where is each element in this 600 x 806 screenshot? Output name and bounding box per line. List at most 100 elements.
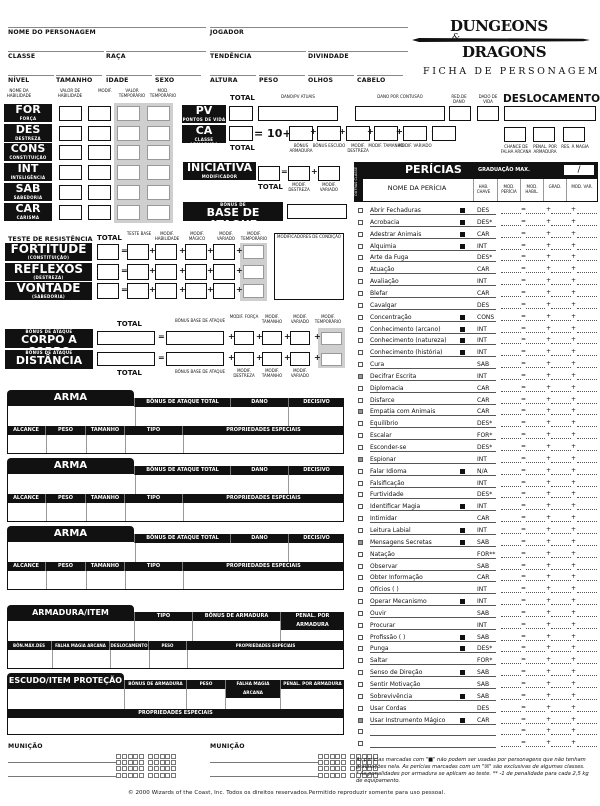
- skill-value-field-1[interactable]: [526, 359, 545, 369]
- skill-value-field-0[interactable]: [501, 312, 521, 321]
- skill-value-field-2[interactable]: [551, 371, 571, 380]
- ammo-checkbox[interactable]: [171, 760, 177, 766]
- ammo-checkbox[interactable]: [153, 766, 159, 772]
- class-skill-checkbox[interactable]: [358, 705, 363, 711]
- skill-value-field-1[interactable]: [526, 596, 545, 606]
- ammo-checkbox[interactable]: [165, 772, 171, 778]
- skill-value-field-1[interactable]: [526, 264, 545, 274]
- ammo-checkbox[interactable]: [116, 754, 121, 759]
- weapon-field-1[interactable]: [46, 435, 85, 453]
- skill-value-field-1[interactable]: [526, 229, 545, 238]
- ammo-checkbox[interactable]: [329, 760, 335, 766]
- skill-value-field-2[interactable]: [551, 300, 571, 309]
- skill-value-field-3[interactable]: [577, 347, 597, 357]
- skill-row[interactable]: Cura SAB = + +: [358, 359, 598, 371]
- skill-value-field-3[interactable]: [577, 513, 597, 523]
- skill-value-field-3[interactable]: [577, 300, 597, 309]
- ammo-checkbox[interactable]: [350, 772, 355, 778]
- skill-row[interactable]: Adestrar Animais CAR = + +: [358, 229, 598, 241]
- weapon-field-0[interactable]: [8, 503, 45, 521]
- ammo-checkbox[interactable]: [121, 754, 127, 759]
- skill-row[interactable]: Natação FOR** = + +: [358, 549, 598, 561]
- skill-value-field-1[interactable]: [526, 347, 545, 357]
- class-skill-checkbox[interactable]: [358, 279, 363, 285]
- skill-row[interactable]: Espionar INT = + +: [358, 454, 598, 466]
- ammo-checkbox[interactable]: [350, 760, 355, 766]
- temp-mod-int[interactable]: [147, 165, 170, 181]
- skill-value-field-0[interactable]: [501, 596, 521, 606]
- ammo-checkbox[interactable]: [159, 772, 165, 778]
- skill-value-field-0[interactable]: [501, 715, 521, 724]
- save-field-3[interactable]: [185, 283, 207, 299]
- ammo-checkbox[interactable]: [127, 766, 133, 772]
- skill-value-field-2[interactable]: [551, 478, 571, 487]
- skill-value-field-3[interactable]: [577, 288, 597, 297]
- skill-value-field-3[interactable]: [577, 691, 597, 700]
- ability-score-des[interactable]: [59, 125, 82, 141]
- spell-resistance-field[interactable]: [563, 127, 585, 142]
- skill-value-field-2[interactable]: [551, 679, 571, 688]
- skill-value-field-0[interactable]: [501, 655, 521, 665]
- skill-row[interactable]: Conhecimento (natureza) INT = + +: [358, 335, 598, 347]
- skill-value-field-0[interactable]: [501, 454, 521, 463]
- skill-value-field-1[interactable]: [526, 454, 545, 463]
- skill-row[interactable]: Usar Instrumento Mágico CAR = + +: [358, 715, 598, 727]
- ammo-checkbox[interactable]: [341, 760, 347, 766]
- weapon-name-field[interactable]: [8, 475, 134, 494]
- skill-value-field-0[interactable]: [501, 430, 521, 440]
- skill-value-field-1[interactable]: [526, 620, 545, 629]
- skill-value-field-2[interactable]: [551, 406, 571, 416]
- ammo-checkbox[interactable]: [159, 754, 165, 759]
- skill-value-field-1[interactable]: [526, 715, 545, 724]
- weapon-field-3[interactable]: [125, 571, 182, 589]
- skill-value-field-2[interactable]: [551, 632, 571, 641]
- skill-row[interactable]: Disfarce CAR = + +: [358, 395, 598, 407]
- skill-value-field-0[interactable]: [501, 205, 521, 214]
- weapon-attack-field[interactable]: [135, 475, 287, 494]
- ability-modifier-sab[interactable]: [88, 184, 111, 200]
- melee-bab-field[interactable]: [166, 331, 224, 345]
- melee-total-field[interactable]: [97, 331, 155, 345]
- skill-row[interactable]: Operar Mecanismo INT = + +: [358, 596, 598, 608]
- skill-value-field-2[interactable]: [551, 454, 571, 463]
- ranged-mod-2[interactable]: [290, 352, 310, 366]
- skill-value-field-2[interactable]: [551, 561, 571, 570]
- ammo-checkbox[interactable]: [153, 772, 159, 778]
- skill-value-field-0[interactable]: [501, 395, 521, 404]
- ammo-checkbox[interactable]: [350, 754, 355, 759]
- class-skill-checkbox[interactable]: [358, 575, 363, 581]
- skill-value-field-0[interactable]: [501, 584, 521, 594]
- skill-value-field-1[interactable]: [526, 655, 545, 665]
- skill-value-field-0[interactable]: [501, 703, 521, 712]
- ammo-checkbox[interactable]: [116, 772, 121, 778]
- skill-value-field-1[interactable]: [526, 300, 545, 309]
- skill-value-field-0[interactable]: [501, 478, 521, 487]
- skill-value-field-0[interactable]: [501, 691, 521, 700]
- hp-total-field[interactable]: [229, 106, 253, 121]
- ammo-checkbox[interactable]: [133, 754, 139, 759]
- ammo-checkbox[interactable]: [335, 754, 341, 759]
- skill-value-field-2[interactable]: [551, 312, 571, 321]
- weapon-critical-field[interactable]: [288, 407, 343, 426]
- ability-modifier-car[interactable]: [88, 204, 111, 220]
- ability-modifier-int[interactable]: [88, 165, 111, 181]
- skill-value-field-3[interactable]: [577, 620, 597, 629]
- skill-value-field-3[interactable]: [577, 572, 597, 582]
- skill-value-field-2[interactable]: [551, 596, 571, 606]
- skill-value-field-1[interactable]: [526, 466, 545, 475]
- skill-row[interactable]: Ofícios ( ) INT = + +: [358, 584, 598, 596]
- skill-value-field-3[interactable]: [577, 596, 597, 606]
- ammo-checkbox[interactable]: [159, 760, 165, 766]
- skill-row[interactable]: Obter Informação CAR = + +: [358, 572, 598, 584]
- class-skill-checkbox[interactable]: [358, 267, 363, 273]
- ability-score-int[interactable]: [59, 165, 82, 181]
- ammo-checkbox[interactable]: [139, 754, 145, 759]
- skill-row[interactable]: Observar SAB = + +: [358, 561, 598, 573]
- skill-value-field-2[interactable]: [551, 572, 571, 582]
- skill-row[interactable]: Escalar FOR* = + +: [358, 430, 598, 442]
- skill-value-field-1[interactable]: [526, 703, 545, 712]
- weapon-field-4[interactable]: [183, 571, 344, 589]
- ammo-checkbox[interactable]: [323, 766, 329, 772]
- skill-value-field-3[interactable]: [577, 229, 597, 238]
- armor-field-3[interactable]: [149, 650, 186, 668]
